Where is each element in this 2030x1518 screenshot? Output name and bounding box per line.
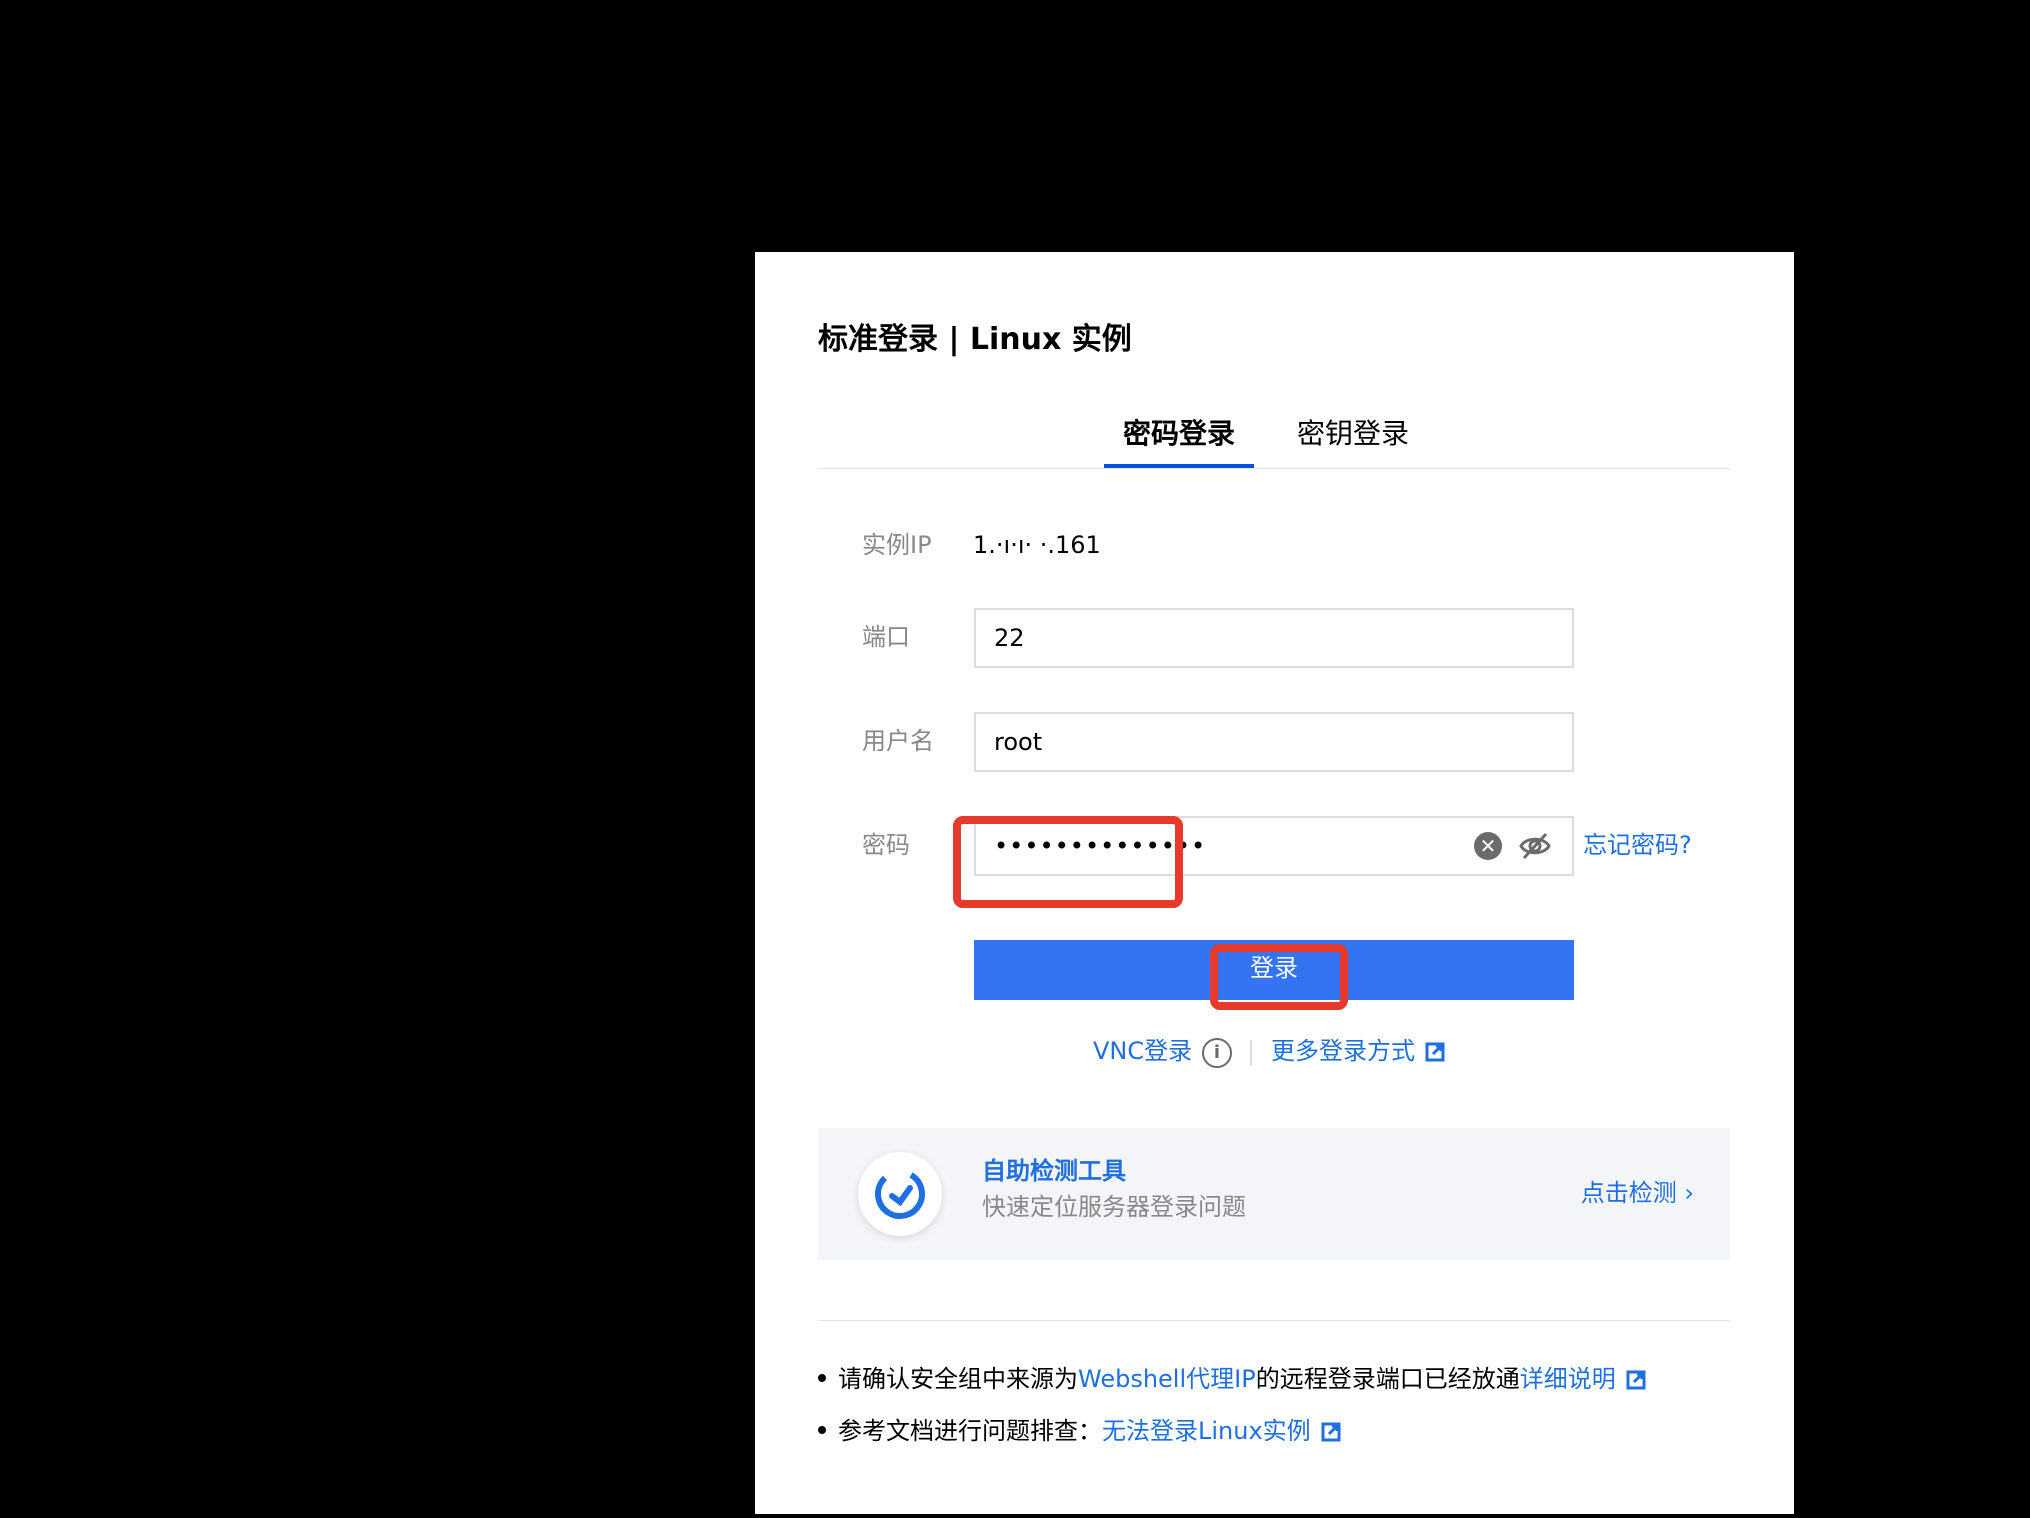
port-label: 端口 xyxy=(862,623,910,651)
note-2-text: 参考文档进行问题排查： xyxy=(838,1417,1102,1445)
link-separator xyxy=(1250,1040,1252,1066)
ip-value: 1.·ı·ı· ·.161 xyxy=(973,531,1101,559)
info-icon[interactable]: i xyxy=(1202,1038,1232,1068)
port-input[interactable]: 22 xyxy=(974,608,1574,668)
section-divider xyxy=(818,1320,1730,1321)
password-label: 密码 xyxy=(862,831,910,859)
note-1-text: 请确认安全组中来源为 xyxy=(838,1365,1078,1393)
vnc-login-link[interactable]: VNC登录 xyxy=(1093,1034,1192,1068)
more-login-label: 更多登录方式 xyxy=(1271,1037,1415,1065)
username-label: 用户名 xyxy=(862,727,934,755)
note-line-1: 请确认安全组中来源为Webshell代理IP的远程登录端口已经放通详细说明 xyxy=(818,1362,1646,1396)
tool-subtitle: 快速定位服务器登录问题 xyxy=(982,1193,1246,1221)
more-login-link[interactable]: 更多登录方式 xyxy=(1271,1034,1445,1068)
forgot-password-link[interactable]: 忘记密码? xyxy=(1583,828,1692,862)
webshell-proxy-ip-link[interactable]: Webshell代理IP xyxy=(1078,1365,1256,1393)
click-check-link[interactable]: 点击检测 › xyxy=(1581,1176,1694,1210)
external-link-icon xyxy=(1321,1422,1341,1442)
username-input[interactable]: root xyxy=(974,712,1574,772)
login-highlight-box xyxy=(1210,944,1348,1010)
dialog-title: 标准登录 | Linux 实例 xyxy=(818,322,1132,357)
external-link-icon xyxy=(1626,1370,1646,1390)
password-highlight-box xyxy=(953,816,1183,908)
gauge-icon xyxy=(858,1152,942,1236)
tool-title: 自助检测工具 xyxy=(982,1157,1126,1185)
self-check-tool-card: 自助检测工具 快速定位服务器登录问题 点击检测 › xyxy=(818,1128,1730,1260)
login-dialog: 标准登录 | Linux 实例 密码登录 密钥登录 实例IP 1.·ı·ı· ·… xyxy=(755,252,1794,1514)
bullet xyxy=(818,1426,826,1434)
clear-icon[interactable]: ✕ xyxy=(1474,832,1502,860)
cannot-login-linux-link[interactable]: 无法登录Linux实例 xyxy=(1102,1417,1311,1445)
bullet xyxy=(818,1374,826,1382)
details-link[interactable]: 详细说明 xyxy=(1520,1365,1616,1393)
external-link-icon xyxy=(1425,1042,1445,1062)
tab-key-login[interactable]: 密钥登录 xyxy=(1278,412,1428,468)
note-1-text-mid: 的远程登录端口已经放通 xyxy=(1255,1365,1520,1393)
login-tabs: 密码登录 密钥登录 xyxy=(818,412,1730,469)
tab-password-login[interactable]: 密码登录 xyxy=(1104,412,1254,468)
eye-off-icon[interactable] xyxy=(1518,830,1552,862)
note-line-2: 参考文档进行问题排查：无法登录Linux实例 xyxy=(818,1414,1341,1448)
ip-label: 实例IP xyxy=(862,531,932,559)
